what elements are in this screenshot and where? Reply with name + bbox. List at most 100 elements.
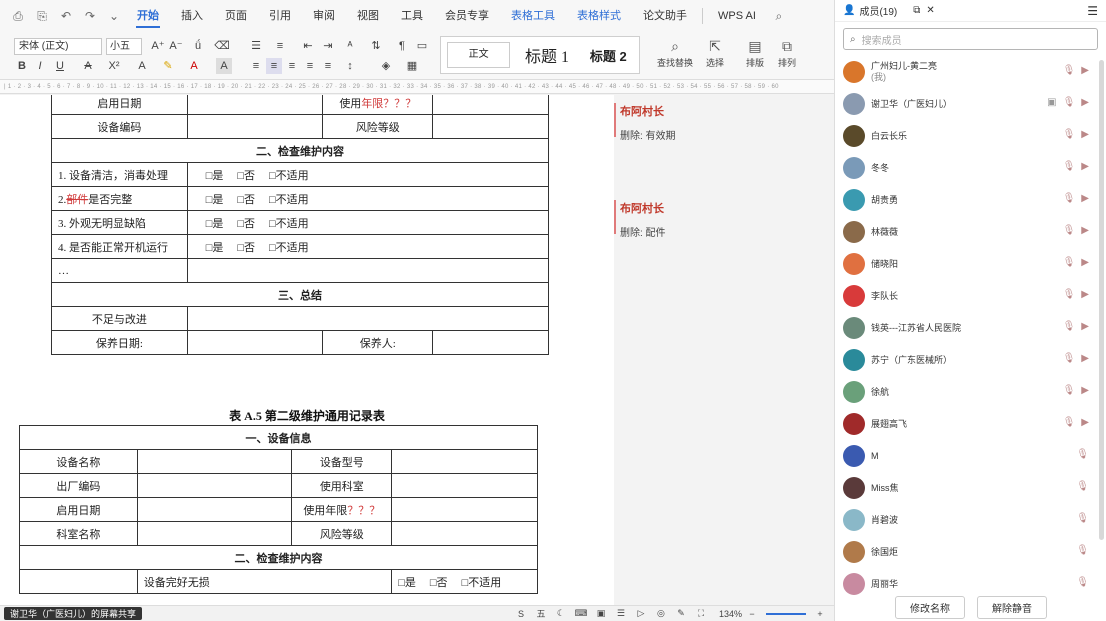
maintenance-table-2[interactable]: 一、设备信息 设备名称 设备型号 出厂编码 使用科室 启用日期 使用年限？？？ … [19, 425, 538, 594]
font-color-icon[interactable]: A [186, 58, 202, 74]
table-cell[interactable]: □是 □否 □不适用 [391, 569, 538, 594]
keyboard-icon[interactable]: ⌨ [573, 608, 589, 619]
table-cell[interactable] [136, 521, 293, 546]
table-cell[interactable] [391, 497, 538, 522]
table-cell[interactable]: 设备型号 [291, 449, 393, 474]
member-row[interactable]: 白云长乐 🎙 ▶ [835, 120, 1097, 152]
zoom-in-icon[interactable]: + [812, 609, 828, 619]
justify-icon[interactable]: ≡ [302, 58, 318, 74]
table-cell[interactable]: 使用年限？？？ [322, 95, 434, 115]
microphone-muted-icon[interactable]: 🎙 [1063, 417, 1076, 428]
show-marks-icon[interactable]: ¶ [394, 38, 410, 54]
camera-off-icon[interactable]: ▶ [1081, 193, 1089, 204]
member-row[interactable]: 林薇薇 🎙 ▶ [835, 216, 1097, 248]
microphone-muted-icon[interactable]: 🎙 [1076, 545, 1089, 556]
microphone-muted-icon[interactable]: 🎙 [1076, 481, 1089, 492]
zoom-slider[interactable] [766, 612, 806, 615]
member-row[interactable]: 徐航 🎙 ▶ [835, 376, 1097, 408]
checkbox-na[interactable]: □不适用 [462, 574, 502, 590]
camera-off-icon[interactable]: ▶ [1081, 65, 1089, 76]
line-spacing-icon[interactable]: ↕ [342, 58, 358, 74]
table-cell[interactable] [136, 497, 293, 522]
member-row[interactable]: 广州妇儿-黄二亮 (我) 🎙 ▶ [835, 56, 1097, 88]
outline-view-icon[interactable]: ☰ [613, 608, 629, 619]
clear-format-icon[interactable]: ⌫ [214, 38, 230, 54]
table-cell[interactable] [136, 473, 293, 498]
sort-icon[interactable]: ⇅ [368, 38, 384, 54]
shading-icon[interactable]: ◈ [378, 58, 394, 74]
tab-member[interactable]: 会员专享 [434, 0, 500, 32]
table-cell[interactable]: 3. 外观无明显缺陷 [51, 210, 188, 235]
underline-icon[interactable]: U [52, 58, 68, 74]
microphone-muted-icon[interactable]: 🎙 [1063, 65, 1076, 76]
table-cell[interactable]: … [51, 258, 188, 283]
tab-tools[interactable]: 工具 [390, 0, 434, 32]
increase-indent-icon[interactable]: ⇥ [320, 38, 336, 54]
member-row[interactable]: Miss焦 🎙 [835, 472, 1097, 504]
camera-off-icon[interactable]: ▶ [1081, 321, 1089, 332]
table-cell[interactable] [19, 569, 138, 594]
decrease-indent-icon[interactable]: ⇤ [300, 38, 316, 54]
table-cell[interactable] [391, 449, 538, 474]
style-normal[interactable]: 正文 [447, 42, 511, 68]
microphone-muted-icon[interactable]: 🎙 [1063, 321, 1076, 332]
members-tab[interactable]: 👤 成员(19) [843, 3, 897, 18]
checkbox-no[interactable]: □否 [237, 167, 255, 183]
style-heading-1[interactable]: 标题 1 [516, 43, 577, 67]
close-icon[interactable]: ✕ [926, 5, 934, 16]
camera-off-icon[interactable]: ▶ [1081, 97, 1089, 108]
checkbox-no[interactable]: □否 [430, 574, 448, 590]
table-cell[interactable] [186, 330, 324, 355]
char-scale-icon[interactable]: ᴬ [342, 38, 358, 54]
web-view-icon[interactable]: ◎ [653, 608, 669, 619]
char-shading-icon[interactable]: A [216, 58, 232, 74]
chevron-down-icon[interactable]: ⌄ [106, 8, 122, 24]
table-cell[interactable]: 保养日期: [51, 330, 188, 355]
decrease-font-icon[interactable]: A⁻ [168, 38, 184, 54]
table-cell[interactable]: 启用日期 [19, 497, 138, 522]
highlight-icon[interactable]: ✎ [160, 58, 176, 74]
table-cell[interactable]: 不足与改进 [51, 306, 188, 331]
tab-view[interactable]: 视图 [346, 0, 390, 32]
table-cell[interactable] [186, 306, 550, 331]
print-preview-icon[interactable]: ⎘ [34, 8, 50, 24]
menu-icon[interactable]: ☰ [1087, 4, 1098, 18]
align-left-icon[interactable]: ≡ [248, 58, 264, 74]
member-row[interactable]: 展翅高飞 🎙 ▶ [835, 408, 1097, 440]
table-cell[interactable]: □是 □否 □不适用 [186, 210, 550, 235]
popout-icon[interactable]: ⧉ [913, 5, 920, 16]
table-cell[interactable]: 使用年限？？？ [291, 497, 393, 522]
camera-off-icon[interactable]: ▶ [1081, 353, 1089, 364]
table-cell[interactable]: 设备编码 [51, 114, 188, 139]
camera-off-icon[interactable]: ▶ [1081, 161, 1089, 172]
table-cell[interactable]: 风险等级 [322, 114, 434, 139]
maintenance-table-1[interactable]: 启用日期 使用年限？？？ 设备编码 风险等级 二、检查维护内容 1. 设备清洁，… [51, 95, 550, 355]
fit-icon[interactable]: ⛶ [693, 608, 709, 619]
table-cell[interactable] [391, 473, 538, 498]
text-effect-icon[interactable]: A [134, 58, 150, 74]
camera-off-icon[interactable]: ▶ [1081, 385, 1089, 396]
table-cell[interactable] [432, 330, 549, 355]
align-right-icon[interactable]: ≡ [284, 58, 300, 74]
microphone-muted-icon[interactable]: 🎙 [1076, 513, 1089, 524]
member-row[interactable]: 冬冬 🎙 ▶ [835, 152, 1097, 184]
member-row[interactable]: 胡贵勇 🎙 ▶ [835, 184, 1097, 216]
table-cell[interactable]: 设备名称 [19, 449, 138, 474]
distribute-icon[interactable]: ≡ [320, 58, 336, 74]
table-cell[interactable] [391, 521, 538, 546]
table-cell[interactable]: □是 □否 □不适用 [186, 162, 550, 187]
table-cell[interactable]: 出厂编码 [19, 473, 138, 498]
member-row[interactable]: 储晓阳 🎙 ▶ [835, 248, 1097, 280]
checkbox-na[interactable]: □不适用 [269, 215, 309, 231]
superscript-icon[interactable]: X² [106, 58, 122, 74]
microphone-muted-icon[interactable]: 🎙 [1063, 97, 1076, 108]
numbered-list-icon[interactable]: ≡ [272, 38, 288, 54]
ime-mode[interactable]: 五 [533, 607, 549, 620]
borders-icon[interactable]: ▦ [404, 58, 420, 74]
microphone-muted-icon[interactable]: 🎙 [1063, 289, 1076, 300]
microphone-muted-icon[interactable]: 🎙 [1076, 449, 1089, 460]
table-cell[interactable]: □是 □否 □不适用 [186, 186, 550, 211]
table-cell[interactable] [432, 95, 549, 115]
unmute-button[interactable]: 解除静音 [977, 596, 1047, 619]
comment-card[interactable]: 布阿村长 删除: 配件 [620, 200, 800, 239]
